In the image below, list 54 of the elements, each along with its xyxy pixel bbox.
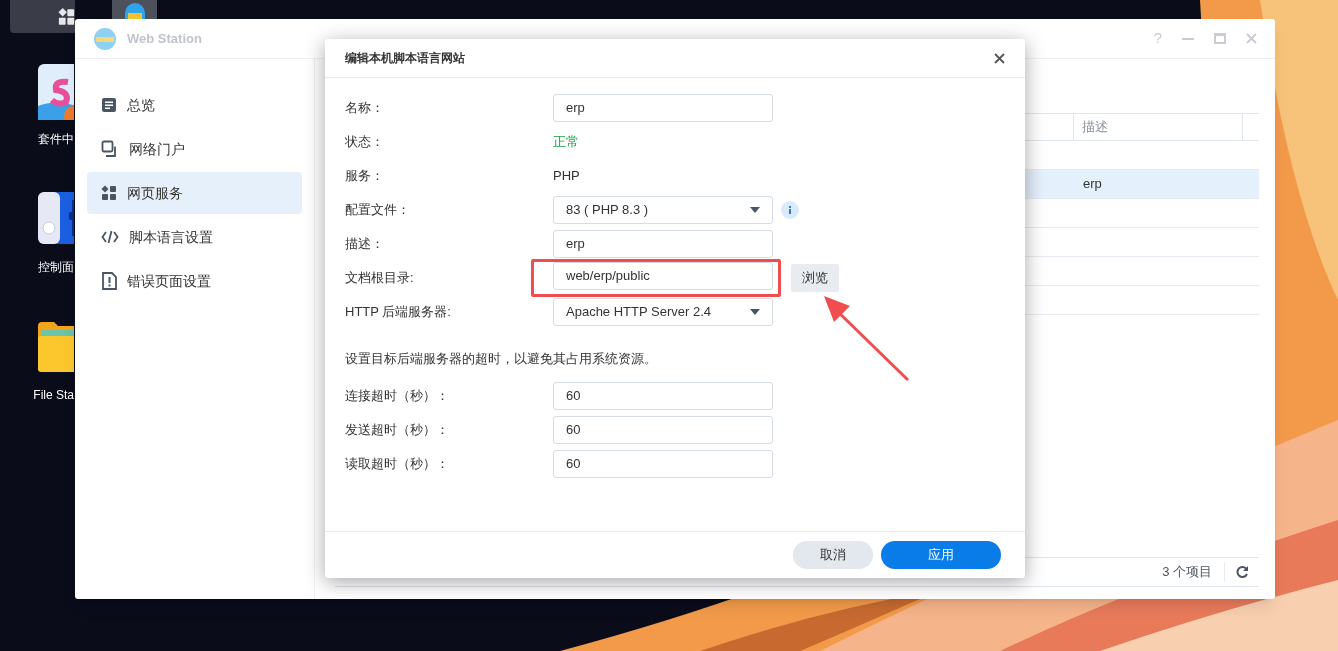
- folder-icon[interactable]: [38, 320, 74, 372]
- package-icon[interactable]: [38, 64, 74, 120]
- refresh-icon[interactable]: [1235, 565, 1249, 579]
- field-label: HTTP 后端服务器:: [345, 303, 452, 322]
- grid-icon: [58, 6, 75, 27]
- dropdown[interactable]: 83 ( PHP 8.3 ): [553, 196, 773, 224]
- timeout-note: 设置目标后端服务器的超时，以避免其占用系统资源。: [345, 350, 658, 368]
- field-label: 发送超时（秒）：: [345, 420, 450, 439]
- sidebar-item[interactable]: 错误页面设置: [87, 260, 302, 302]
- field-label: 配置文件：: [345, 201, 411, 220]
- browse-button[interactable]: 浏览: [791, 264, 839, 292]
- desktop-icon-label[interactable]: 控制面: [38, 258, 74, 276]
- sidebar-item[interactable]: 网络门户: [87, 128, 302, 170]
- app-logo-icon: [93, 26, 117, 51]
- text-field[interactable]: 60: [553, 381, 773, 410]
- text-field[interactable]: web/erp/public: [553, 262, 773, 290]
- window-title: Web Station: [127, 29, 202, 48]
- field-label: 读取超时（秒）：: [345, 454, 450, 473]
- field-label: 名称：: [345, 99, 385, 118]
- field-label: 服务：: [345, 167, 385, 186]
- service-text: PHP: [553, 167, 580, 186]
- sidebar-item[interactable]: 脚本语言设置: [87, 216, 302, 258]
- desktop-icon-label[interactable]: File Sta: [33, 386, 74, 404]
- text-field[interactable]: erp: [553, 94, 773, 122]
- dialog-title: 编辑本机脚本语言网站: [345, 50, 465, 67]
- info-icon[interactable]: [781, 201, 799, 219]
- table-cell-text: erp: [1083, 175, 1102, 194]
- field-label: 文档根目录:: [345, 269, 415, 288]
- web-station-taskbar-button[interactable]: [112, 0, 157, 19]
- sidebar-item[interactable]: 网页服务: [87, 172, 302, 214]
- dropdown[interactable]: Apache HTTP Server 2.4: [553, 298, 773, 326]
- main-menu-button[interactable]: [10, 0, 75, 33]
- sidebar-item[interactable]: 总览: [87, 84, 302, 126]
- caret-icon: [750, 309, 760, 315]
- field-label: 状态：: [345, 133, 385, 152]
- list-icon: [101, 97, 117, 113]
- field-label: 描述：: [345, 235, 385, 254]
- windows-icon: [101, 140, 119, 158]
- text-field[interactable]: 60: [553, 449, 773, 478]
- desktop-icon-label[interactable]: 套件中: [38, 130, 74, 148]
- sliders-icon[interactable]: [38, 192, 74, 244]
- text-field[interactable]: 60: [553, 415, 773, 444]
- caret-icon: [750, 207, 760, 213]
- item-count: 3 个项目: [1162, 562, 1225, 582]
- apply-button[interactable]: 应用: [881, 541, 1001, 569]
- warning-icon: [101, 272, 117, 290]
- grid-icon: [101, 185, 117, 201]
- code-icon: [101, 229, 119, 245]
- globe-icon: [124, 3, 145, 19]
- status-text: 正常: [553, 133, 579, 152]
- cancel-button[interactable]: 取消: [793, 541, 873, 569]
- field-label: 连接超时（秒）：: [345, 386, 450, 405]
- text-field[interactable]: erp: [553, 230, 773, 258]
- close-icon[interactable]: [994, 52, 1005, 64]
